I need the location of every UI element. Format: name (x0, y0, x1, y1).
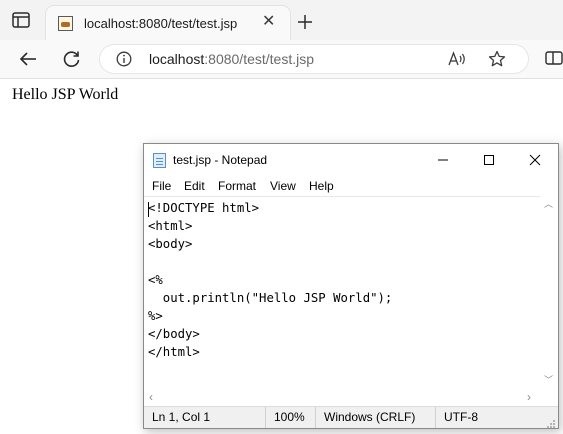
page-output-text: Hello JSP World (12, 86, 119, 103)
code-line: <!DOCTYPE html> (148, 201, 260, 215)
back-arrow-icon (19, 52, 36, 66)
scrollbar-corner (540, 390, 558, 406)
status-encoding: UTF-8 (435, 407, 558, 428)
code-line: out.println("Hello JSP World"); (148, 291, 393, 305)
minimize-button[interactable] (420, 144, 466, 176)
tab-title: localhost:8080/test/test.jsp (84, 16, 238, 31)
horizontal-scrollbar[interactable]: ‹ › (144, 390, 540, 406)
code-line: <% (148, 273, 163, 287)
code-line: </body> (148, 327, 200, 341)
address-bar[interactable]: localhost:8080/test/test.jsp (100, 45, 528, 73)
text-caret (148, 202, 149, 217)
read-aloud-icon[interactable] (448, 51, 468, 67)
minimize-icon (438, 159, 448, 161)
notepad-window: test.jsp - Notepad File Edit Format View… (143, 143, 559, 429)
jsp-favicon-icon (58, 16, 73, 31)
menu-help[interactable]: Help (309, 179, 334, 193)
vertical-scrollbar[interactable]: ︿ ﹀ (540, 196, 558, 390)
notepad-titlebar[interactable]: test.jsp - Notepad (144, 144, 558, 176)
back-button[interactable] (18, 49, 38, 69)
menu-format[interactable]: Format (218, 179, 256, 193)
scroll-up-icon[interactable]: ︿ (544, 200, 553, 209)
status-cursor-position: Ln 1, Col 1 (152, 410, 211, 424)
new-tab-button[interactable] (295, 12, 315, 32)
maximize-button[interactable] (466, 144, 512, 176)
browser-tab[interactable]: localhost:8080/test/test.jsp ✕ (46, 6, 290, 40)
maximize-icon (484, 155, 494, 165)
browser-toolbar: localhost:8080/test/test.jsp (0, 40, 563, 79)
plus-icon (298, 15, 312, 29)
star-icon[interactable] (488, 50, 506, 68)
code-line: %> (148, 309, 163, 323)
menu-file[interactable]: File (152, 179, 171, 193)
url-path: :8080/test/test.jsp (204, 51, 314, 67)
refresh-button[interactable] (62, 49, 82, 69)
notepad-title: test.jsp - Notepad (173, 153, 268, 167)
close-tab-icon[interactable]: ✕ (262, 14, 275, 30)
tab-strip: localhost:8080/test/test.jsp ✕ (0, 0, 563, 40)
notepad-menubar: File Edit Format View Help (144, 176, 558, 196)
url-text[interactable]: localhost:8080/test/test.jsp (149, 51, 314, 67)
scroll-left-icon[interactable]: ‹ (149, 391, 153, 403)
close-button[interactable] (512, 144, 558, 176)
text-editor-area[interactable]: <!DOCTYPE html> <html> <body> <% out.pri… (144, 196, 540, 390)
code-line: <html> (148, 219, 193, 233)
scroll-down-icon[interactable]: ﹀ (544, 376, 553, 385)
tab-actions-icon[interactable] (12, 12, 32, 28)
url-host: localhost (149, 51, 205, 67)
refresh-icon (63, 51, 80, 67)
notepad-statusbar: Ln 1, Col 1 100% Windows (CRLF) UTF-8 (144, 406, 558, 428)
status-line-ending: Windows (CRLF) (315, 407, 435, 428)
menu-view[interactable]: View (270, 179, 296, 193)
resize-grip-icon[interactable] (546, 416, 556, 428)
status-zoom: 100% (265, 407, 315, 428)
code-line: </html> (148, 345, 200, 359)
notepad-app-icon (153, 153, 166, 168)
code-line: <body> (148, 237, 193, 251)
close-icon (529, 154, 541, 166)
split-screen-icon[interactable] (545, 49, 563, 67)
info-icon[interactable] (116, 51, 132, 67)
menu-edit[interactable]: Edit (184, 179, 205, 193)
scroll-right-icon[interactable]: › (527, 391, 531, 403)
